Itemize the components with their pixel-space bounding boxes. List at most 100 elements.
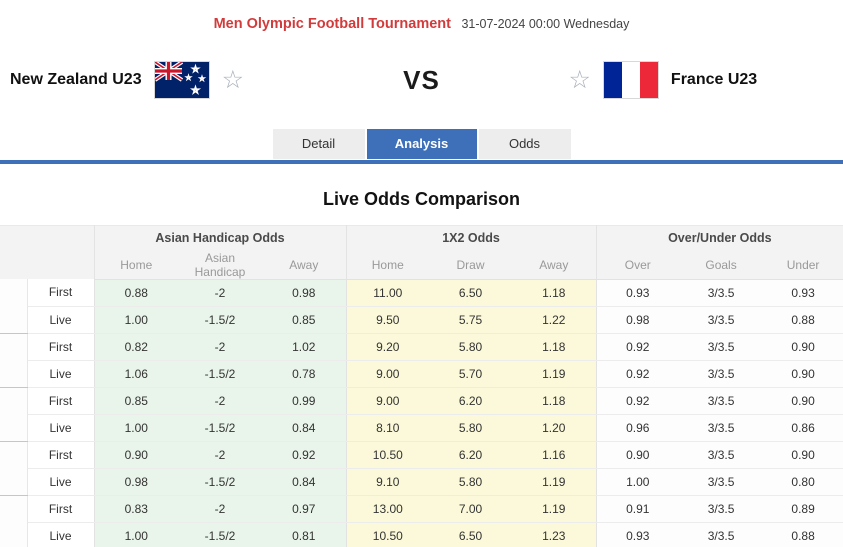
1x2-odds-value: 1.18	[512, 279, 597, 307]
tab-odds[interactable]: Odds	[478, 129, 571, 159]
odds-row: First 0.85 -2 0.99 9.00 6.20 1.18 0.92 3/3.5 0.90	[0, 387, 843, 442]
ah-odds-value: 0.84	[262, 468, 347, 496]
vs-label: VS	[403, 64, 440, 95]
row-type-label: Live	[27, 522, 95, 547]
1x2-odds-value: 6.50	[429, 279, 513, 307]
ah-odds-value: 1.02	[262, 333, 347, 361]
ou-odds-value: 0.88	[763, 306, 843, 334]
home-team-name: New Zealand U23	[10, 71, 142, 88]
ah-odds-value: 1.00	[94, 306, 178, 334]
ou-odds-value: 0.89	[763, 495, 843, 523]
ah-odds-value: -1.5/2	[178, 414, 262, 442]
ou-odds-value: 0.93	[596, 522, 680, 547]
ah-odds-value: -2	[178, 279, 262, 307]
ah-odds-value: 0.99	[262, 387, 347, 415]
1x2-odds-value: 1.18	[512, 333, 597, 361]
ah-odds-value: -1.5/2	[178, 468, 262, 496]
1x2-draw-header: Draw	[429, 250, 513, 280]
ah-odds-value: 0.83	[94, 495, 178, 523]
1x2-odds-value: 5.70	[429, 360, 513, 388]
ah-odds-value: 1.00	[94, 414, 178, 442]
ah-odds-value: 0.90	[94, 441, 178, 469]
1x2-odds-value: 13.00	[346, 495, 430, 523]
home-favorite-star-icon[interactable]: ☆	[222, 67, 244, 93]
ah-odds-value: 1.00	[94, 522, 178, 547]
1x2-odds-value: 1.18	[512, 387, 597, 415]
row-type-label: First	[27, 495, 95, 523]
1x2-odds-value: 1.22	[512, 306, 597, 334]
ou-odds-value: 0.90	[763, 333, 843, 361]
row-type-label: First	[27, 333, 95, 361]
ah-odds-value: -2	[178, 495, 262, 523]
ah-odds-value: 0.92	[262, 441, 347, 469]
tab-detail[interactable]: Detail	[272, 129, 365, 159]
home-team-block: New Zealand U23 ☆	[0, 61, 357, 99]
ou-odds-value: 3/3.5	[679, 468, 764, 496]
away-favorite-star-icon[interactable]: ☆	[569, 67, 591, 93]
ou-odds-value: 0.98	[596, 306, 680, 334]
match-header: New Zealand U23 ☆ VS ☆ France U23	[0, 54, 843, 106]
1x2-odds-value: 1.23	[512, 522, 597, 547]
1x2-odds-value: 6.50	[429, 522, 513, 547]
tab-underline	[0, 160, 843, 164]
row-type-label: Live	[27, 360, 95, 388]
odds-row: Live 0.98 -1.5/2 0.84 9.10 5.80 1.19 1.00 3/3.5 0…	[0, 468, 843, 496]
ou-goals-header: Goals	[679, 250, 764, 280]
ou-odds-value: 0.88	[763, 522, 843, 547]
1x2-odds-value: 5.80	[429, 333, 513, 361]
1x2-odds-value: 5.75	[429, 306, 513, 334]
new-zealand-flag-icon	[153, 61, 210, 99]
odds-row: First 0.83 -2 0.97 13.00 7.00 1.19 0.91 3/3.5 0.8…	[0, 495, 843, 547]
odds-row: Live 1.06 -1.5/2 0.78 9.00 5.70 1.19 0.92 3/3.5 0…	[0, 360, 843, 388]
row-type-label: Live	[27, 306, 95, 334]
tab-analysis[interactable]: Analysis	[366, 129, 477, 159]
odds-table-header: Asian Handicap Odds 1X2 Odds Over/Under …	[0, 225, 843, 280]
1x2-odds-value: 9.20	[346, 333, 430, 361]
row-type-label: First	[27, 279, 95, 307]
1x2-odds-value: 10.50	[346, 522, 430, 547]
bookmaker-cell	[0, 441, 28, 496]
away-team-name: France U23	[670, 71, 758, 88]
1x2-odds-value: 9.50	[346, 306, 430, 334]
ah-odds-value: 0.82	[94, 333, 178, 361]
live-odds-table: Asian Handicap Odds 1X2 Odds Over/Under …	[0, 225, 843, 547]
ou-odds-value: 0.91	[596, 495, 680, 523]
ou-over-header: Over	[595, 250, 680, 280]
ah-odds-value: 0.81	[262, 522, 347, 547]
ou-odds-value: 3/3.5	[679, 360, 764, 388]
ah-home-header: Home	[93, 250, 178, 280]
ou-odds-value: 0.93	[596, 279, 680, 307]
corner-header-cell	[0, 225, 94, 279]
france-flag-icon	[602, 61, 659, 99]
ah-odds-value: 1.06	[94, 360, 178, 388]
ou-odds-value: 0.90	[596, 441, 680, 469]
row-type-label: Live	[27, 468, 95, 496]
bookmaker-cell	[0, 495, 28, 547]
1x2-odds-value: 5.80	[429, 468, 513, 496]
odds-row: First 0.88 -2 0.98 11.00 6.50 1.18 0.93 3/3.5 0.9…	[0, 279, 843, 334]
ah-odds-value: 0.98	[94, 468, 178, 496]
1x2-odds-value: 10.50	[346, 441, 430, 469]
ou-odds-value: 0.90	[763, 387, 843, 415]
section-title: Live Odds Comparison	[322, 189, 521, 209]
ou-odds-value: 0.86	[763, 414, 843, 442]
odds-table-body: First 0.88 -2 0.98 11.00 6.50 1.18 0.93 3/3.5 0.9…	[0, 279, 843, 547]
ou-odds-value: 3/3.5	[679, 495, 764, 523]
odds-row: Live 1.00 -1.5/2 0.81 10.50 6.50 1.23 0.93 3/3.5…	[0, 522, 843, 547]
ou-under-header: Under	[763, 250, 843, 280]
ah-odds-value: -2	[178, 333, 262, 361]
ah-odds-value: 0.85	[262, 306, 347, 334]
row-type-label: First	[27, 441, 95, 469]
1x2-odds-value: 1.19	[512, 360, 597, 388]
ou-odds-value: 0.80	[763, 468, 843, 496]
1x2-away-header: Away	[512, 250, 597, 280]
1x2-odds-value: 1.19	[512, 468, 597, 496]
ah-odds-value: 0.98	[262, 279, 347, 307]
ah-odds-value: -1.5/2	[178, 306, 262, 334]
1x2-odds-value: 8.10	[346, 414, 430, 442]
match-datetime: 31-07-2024 00:00 Wednesday	[461, 17, 630, 31]
odds-row: First 0.82 -2 1.02 9.20 5.80 1.18 0.92 3/3.5 0.90	[0, 333, 843, 388]
page-header: Men Olympic Football Tournament 31-07-20…	[0, 0, 843, 33]
ou-odds-value: 3/3.5	[679, 522, 764, 547]
ou-odds-value: 3/3.5	[679, 306, 764, 334]
